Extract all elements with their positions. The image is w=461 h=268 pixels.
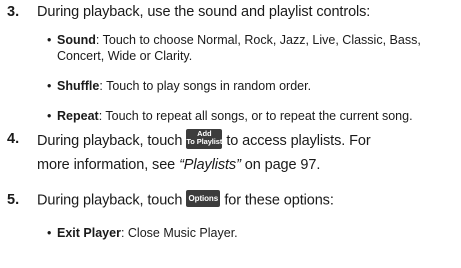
add-to-playlist-button[interactable]: Add To Playlist [186, 129, 222, 149]
bullet-term: Repeat [57, 109, 99, 123]
bullet-dot-icon: • [47, 109, 52, 123]
bullet-desc: : Touch to play songs in random order. [99, 79, 312, 93]
bullet-dot-icon: • [47, 226, 52, 240]
bullet-dot-icon: • [47, 79, 52, 93]
cross-reference-link[interactable]: “Playlists” [179, 157, 241, 173]
step-text: During playback, touch Options for these o… [37, 190, 334, 209]
bullet-desc: : Touch to repeat all songs, or to repea… [98, 109, 413, 123]
bullet-term: Shuffle [57, 79, 100, 93]
step-text-before: During playback, touch [37, 132, 183, 149]
button-line-2: To Playlist [186, 137, 223, 146]
step-text-after: on page 97. [244, 157, 321, 173]
step-text-before: During playback, touch [37, 192, 183, 209]
step-text: During playback, touch Add To Playlist to a… [37, 129, 371, 151]
step-text-after: to access playlists. For [226, 132, 371, 149]
step-text-before: more information, see [37, 157, 176, 173]
step-text: During playback, use the sound and playl… [37, 4, 371, 20]
step-number: 5. [7, 192, 20, 208]
step-number: 3. [7, 4, 20, 20]
bullet-dot-icon: • [47, 33, 52, 47]
step-text-after: for these options: [224, 192, 334, 209]
options-button[interactable]: Options [186, 190, 221, 207]
bullet-desc: : Touch to choose Normal, Rock, Jazz, Li… [57, 33, 421, 63]
bullet-term: Exit Player [57, 226, 121, 240]
bullet-desc: : Close Music Player. [120, 226, 238, 240]
step-text: more information, see “Playlists” on pag… [37, 157, 320, 173]
step-number: 4. [7, 131, 20, 147]
bullet-term: Sound [57, 33, 96, 47]
